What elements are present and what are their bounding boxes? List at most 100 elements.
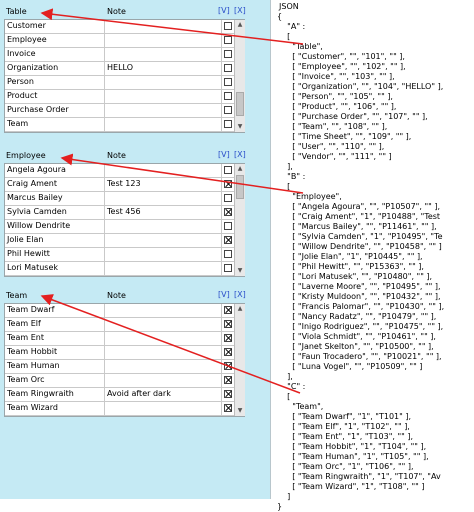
table-row[interactable]: Lori Matusek [5,262,245,276]
row-name-cell[interactable]: Lori Matusek [7,263,58,272]
scroll-down-icon[interactable]: ▼ [235,266,245,276]
row-name-cell[interactable]: Team Dwarf [7,305,54,314]
row-checkbox[interactable] [224,250,232,258]
column-divider [221,234,222,247]
row-checkbox[interactable] [224,78,232,86]
vertical-scrollbar[interactable]: ▲ ▼ [234,164,245,276]
table-row[interactable]: Product [5,90,245,104]
row-checkbox[interactable] [224,208,232,216]
table-row[interactable]: Team Orc [5,374,245,388]
clear-all-link[interactable]: [X] [234,6,246,15]
table-row[interactable]: Team Dwarf [5,304,245,318]
row-checkbox[interactable] [224,36,232,44]
row-name-cell[interactable]: Product [7,91,37,100]
row-checkbox[interactable] [224,50,232,58]
scroll-down-icon[interactable]: ▼ [235,122,245,132]
table-row[interactable]: Craig Ament Test 123 [5,178,245,192]
table-row[interactable]: Team Ringwraith Avoid after dark [5,388,245,402]
row-checkbox[interactable] [224,22,232,30]
scroll-up-icon[interactable]: ▲ [235,20,245,30]
row-name-cell[interactable]: Organization [7,63,58,72]
table-row[interactable]: Invoice [5,48,245,62]
row-name-cell[interactable]: Craig Ament [7,179,57,188]
select-all-link[interactable]: [V] [218,6,230,15]
row-checkbox[interactable] [224,194,232,202]
select-all-link[interactable]: [V] [218,150,230,159]
table-row[interactable]: Customer [5,20,245,34]
row-name-cell[interactable]: Team Human [7,361,60,370]
scroll-up-icon[interactable]: ▲ [235,304,245,314]
table-row[interactable]: Sylvia Camden Test 456 [5,206,245,220]
column-divider [104,90,105,103]
row-name-cell[interactable]: Marcus Bailey [7,193,63,202]
column-divider [104,318,105,331]
row-name-cell[interactable]: Angela Agoura [7,165,66,174]
table-row[interactable]: Team Elf [5,318,245,332]
row-checkbox[interactable] [224,64,232,72]
row-note-cell[interactable]: Test 456 [107,207,141,216]
scrollbar-thumb[interactable] [236,92,244,116]
select-all-link[interactable]: [V] [218,290,230,299]
row-name-cell[interactable]: Willow Dendrite [7,221,70,230]
row-name-cell[interactable]: Phil Hewitt [7,249,50,258]
row-checkbox[interactable] [224,362,232,370]
row-checkbox[interactable] [224,334,232,342]
scroll-up-icon[interactable]: ▲ [235,164,245,174]
table-row[interactable]: Jolie Elan [5,234,245,248]
table-row[interactable]: Person [5,76,245,90]
clear-all-link[interactable]: [X] [234,150,246,159]
vertical-scrollbar[interactable]: ▲ ▼ [234,304,245,416]
row-name-cell[interactable]: Team [7,119,28,128]
row-checkbox[interactable] [224,404,232,412]
row-checkbox[interactable] [224,264,232,272]
column-divider [221,178,222,191]
grid-body: Team Dwarf Team Elf Team Ent Team Hobbit Tea… [4,304,245,417]
row-checkbox[interactable] [224,376,232,384]
table-row[interactable]: Team Human [5,360,245,374]
table-row[interactable]: Employee [5,34,245,48]
scroll-down-icon[interactable]: ▼ [235,406,245,416]
row-note-cell[interactable]: Test 123 [107,179,141,188]
row-checkbox[interactable] [224,236,232,244]
table-row[interactable]: Willow Dendrite [5,220,245,234]
clear-all-link[interactable]: [X] [234,290,246,299]
column-divider [104,118,105,131]
table-row[interactable]: Team Hobbit [5,346,245,360]
row-checkbox[interactable] [224,180,232,188]
row-name-cell[interactable]: Team Elf [7,319,41,328]
table-row[interactable]: Team Ent [5,332,245,346]
row-checkbox[interactable] [224,120,232,128]
row-name-cell[interactable]: Team Hobbit [7,347,57,356]
table-row[interactable]: Marcus Bailey [5,192,245,206]
row-checkbox[interactable] [224,92,232,100]
table-row[interactable]: Angela Agoura [5,164,245,178]
row-name-cell[interactable]: Employee [7,35,47,44]
row-checkbox[interactable] [224,348,232,356]
row-checkbox[interactable] [224,106,232,114]
table-row[interactable]: Purchase Order [5,104,245,118]
row-name-cell[interactable]: Jolie Elan [7,235,43,244]
row-name-cell[interactable]: Sylvia Camden [7,207,67,216]
table-row[interactable]: Phil Hewitt [5,248,245,262]
row-name-cell[interactable]: Invoice [7,49,36,58]
row-name-cell[interactable]: Team Orc [7,375,45,384]
row-checkbox[interactable] [224,320,232,328]
table-row[interactable]: Team [5,118,245,132]
row-name-cell[interactable]: Person [7,77,34,86]
column-divider [221,192,222,205]
row-checkbox[interactable] [224,390,232,398]
row-name-cell[interactable]: Customer [7,21,46,30]
vertical-scrollbar[interactable]: ▲ ▼ [234,20,245,132]
row-checkbox[interactable] [224,306,232,314]
scrollbar-thumb[interactable] [236,175,244,199]
table-row[interactable]: Team Wizard [5,402,245,416]
row-checkbox[interactable] [224,222,232,230]
row-checkbox[interactable] [224,166,232,174]
row-note-cell[interactable]: HELLO [107,63,133,72]
row-name-cell[interactable]: Team Wizard [7,403,58,412]
row-name-cell[interactable]: Purchase Order [7,105,69,114]
table-row[interactable]: Organization HELLO [5,62,245,76]
row-name-cell[interactable]: Team Ent [7,333,44,342]
row-name-cell[interactable]: Team Ringwraith [7,389,74,398]
row-note-cell[interactable]: Avoid after dark [107,389,171,398]
